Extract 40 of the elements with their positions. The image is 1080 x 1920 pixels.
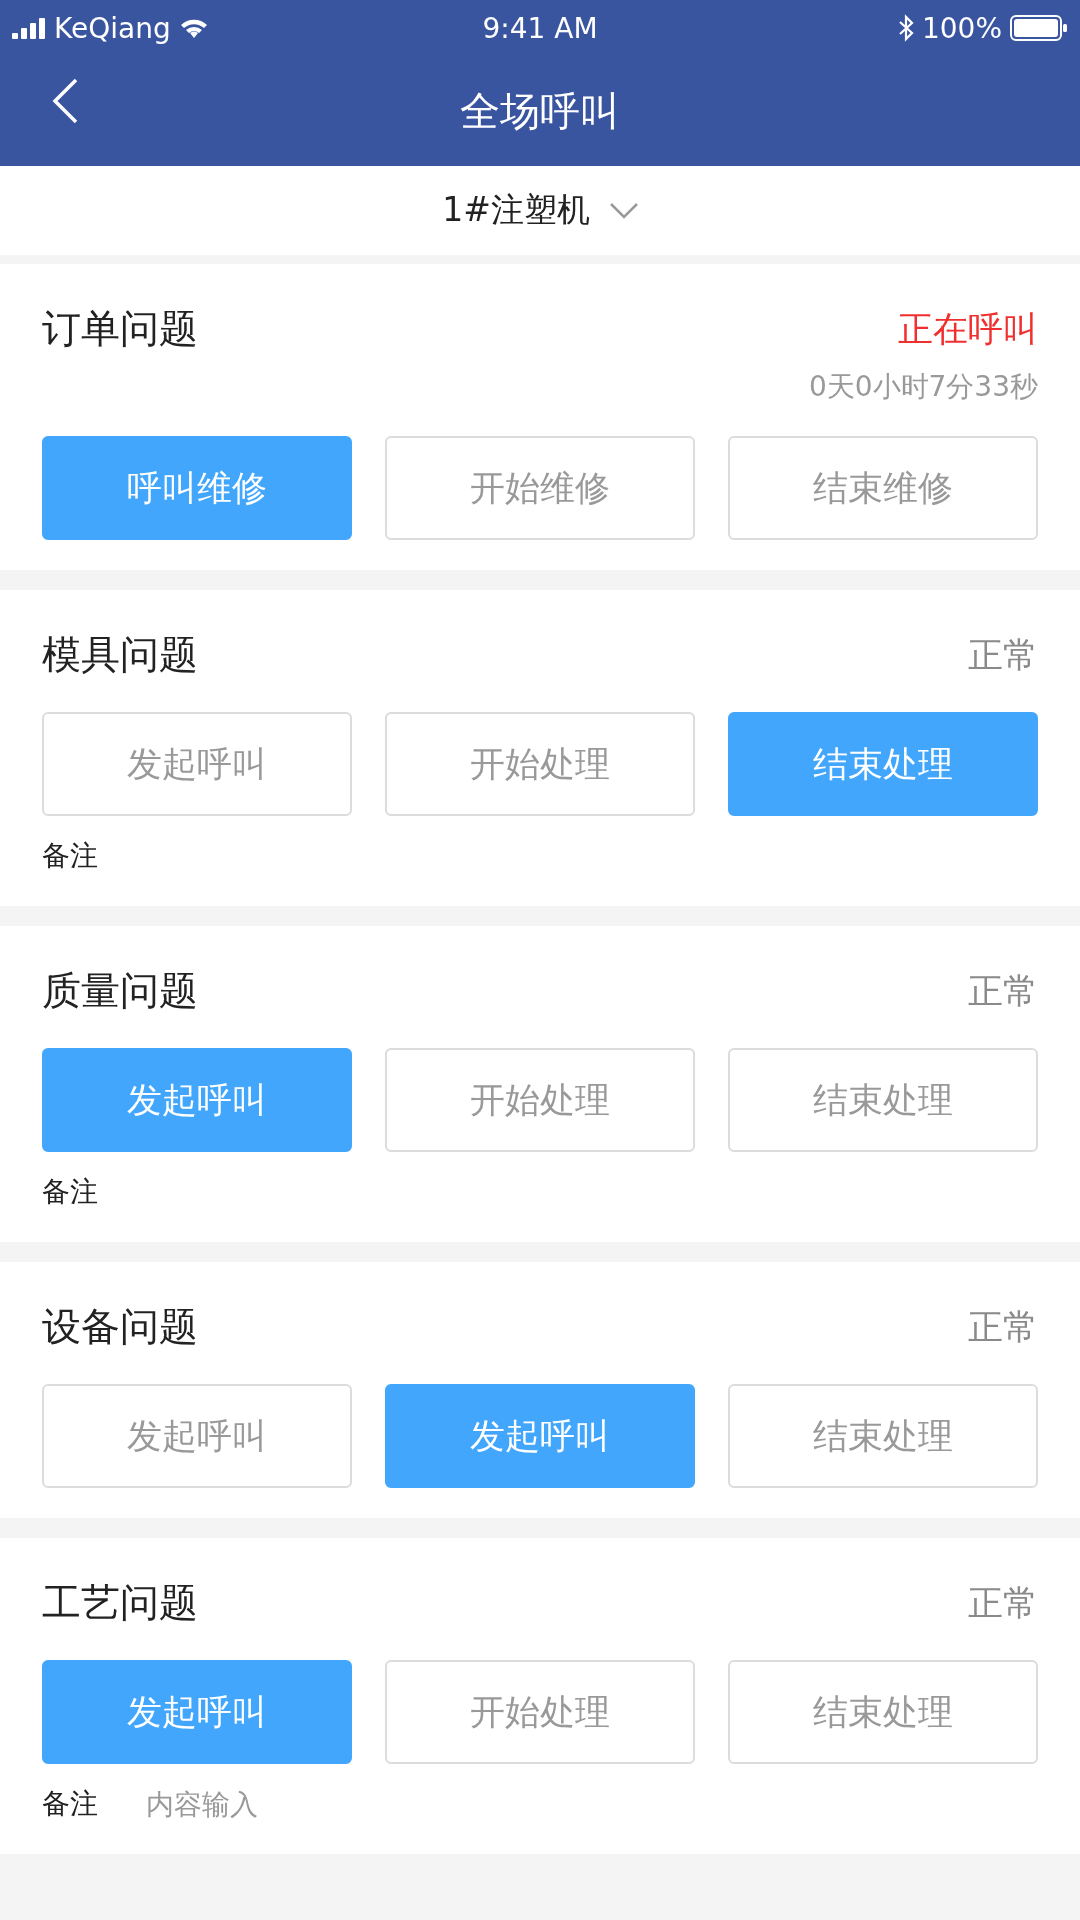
action-button[interactable]: 开始处理 [385,1048,695,1152]
action-button[interactable]: 开始处理 [385,712,695,816]
action-button[interactable]: 呼叫维修 [42,436,352,540]
battery-percent: 100% [921,11,1002,45]
remark-label: 备注 [42,1174,98,1210]
remark-label: 备注 [42,838,98,874]
call-status: 正常 [968,633,1038,677]
back-icon[interactable] [52,78,78,124]
action-button[interactable]: 开始处理 [385,1660,695,1764]
problem-title: 订单问题 [42,305,198,353]
call-status: 正常 [968,969,1038,1013]
action-button[interactable]: 发起呼叫 [42,1048,352,1152]
problem-title: 模具问题 [42,631,198,679]
action-button[interactable]: 发起呼叫 [385,1384,695,1488]
action-button[interactable]: 结束处理 [728,1384,1038,1488]
problem-title: 质量问题 [42,967,198,1015]
status-time: 9:41 AM [482,11,598,45]
action-button[interactable]: 结束处理 [728,712,1038,816]
action-button[interactable]: 发起呼叫 [42,1660,352,1764]
action-button[interactable]: 结束处理 [728,1660,1038,1764]
action-button[interactable]: 结束维修 [728,436,1038,540]
action-button[interactable]: 发起呼叫 [42,712,352,816]
battery-icon [1010,15,1068,41]
problem-title: 设备问题 [42,1303,198,1351]
action-button[interactable]: 结束处理 [728,1048,1038,1152]
page-title: 全场呼叫 [460,86,620,136]
machine-picker[interactable]: 1#注塑机 [0,166,1080,255]
problem-title: 工艺问题 [42,1579,198,1627]
machine-name: 1#注塑机 [442,189,590,231]
call-status: 正在呼叫 [898,307,1038,351]
action-button[interactable]: 发起呼叫 [42,1384,352,1488]
chevron-down-icon [609,202,638,219]
bluetooth-icon [897,14,914,42]
carrier-name: KeQiang [54,11,171,45]
signal-icon [12,17,46,39]
remark-label: 备注 [42,1786,98,1822]
call-status: 正常 [968,1305,1038,1349]
action-button[interactable]: 开始维修 [385,436,695,540]
call-status: 正常 [968,1581,1038,1625]
elapsed-time: 0天0小时7分33秒 [808,369,1038,404]
